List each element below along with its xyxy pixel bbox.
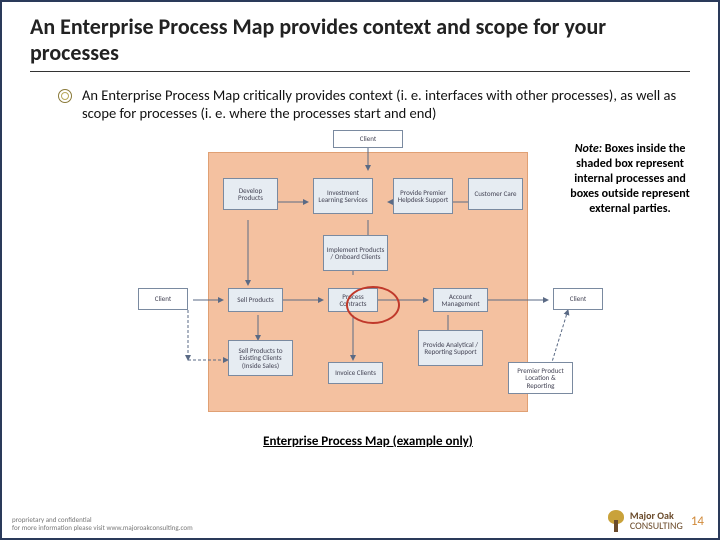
box-develop-products: Develop Products: [223, 178, 278, 210]
box-sell-products: Sell Products: [228, 288, 283, 312]
footer-line2: for more information please visit www.ma…: [12, 524, 193, 532]
footer: proprietary and confidential for more in…: [2, 510, 718, 534]
logo-text-bottom: CONSULTING: [630, 521, 683, 531]
bullet-icon: [58, 89, 72, 103]
box-investment-learning: Investment Learning Services: [313, 178, 373, 214]
box-account-mgmt: Account Management: [433, 288, 488, 312]
box-process-contracts: Process Contracts: [328, 288, 378, 312]
diagram-caption: Enterprise Process Map (example only): [58, 434, 678, 449]
box-implement-products: Implement Products / Onboard Clients: [323, 235, 388, 271]
footer-disclaimer: proprietary and confidential for more in…: [12, 516, 193, 532]
bullet-text: An Enterprise Process Map critically pro…: [82, 86, 678, 122]
box-customer-care: Customer Care: [468, 178, 523, 210]
page-number: 14: [691, 514, 704, 529]
box-sell-existing: Sell Products to Existing Clients (Insid…: [228, 340, 293, 376]
logo: Major Oak CONSULTING: [606, 510, 683, 532]
box-invoice-clients: Invoice Clients: [328, 362, 383, 384]
box-client-right: Client: [553, 288, 603, 310]
box-client-left: Client: [138, 288, 188, 310]
box-provide-premier: Provide Premier Helpdesk Support: [393, 178, 453, 214]
bullet-item: An Enterprise Process Map critically pro…: [58, 86, 678, 122]
page-title: An Enterprise Process Map provides conte…: [30, 14, 690, 72]
tree-icon: [606, 510, 626, 532]
box-client-top: Client: [333, 130, 403, 148]
box-analytical-reporting: Provide Analytical / Reporting Support: [418, 330, 483, 366]
process-map-diagram: Client Develop Products Investment Learn…: [128, 130, 608, 430]
box-premier-loyalty: Premier Product Location & Reporting: [508, 362, 573, 394]
